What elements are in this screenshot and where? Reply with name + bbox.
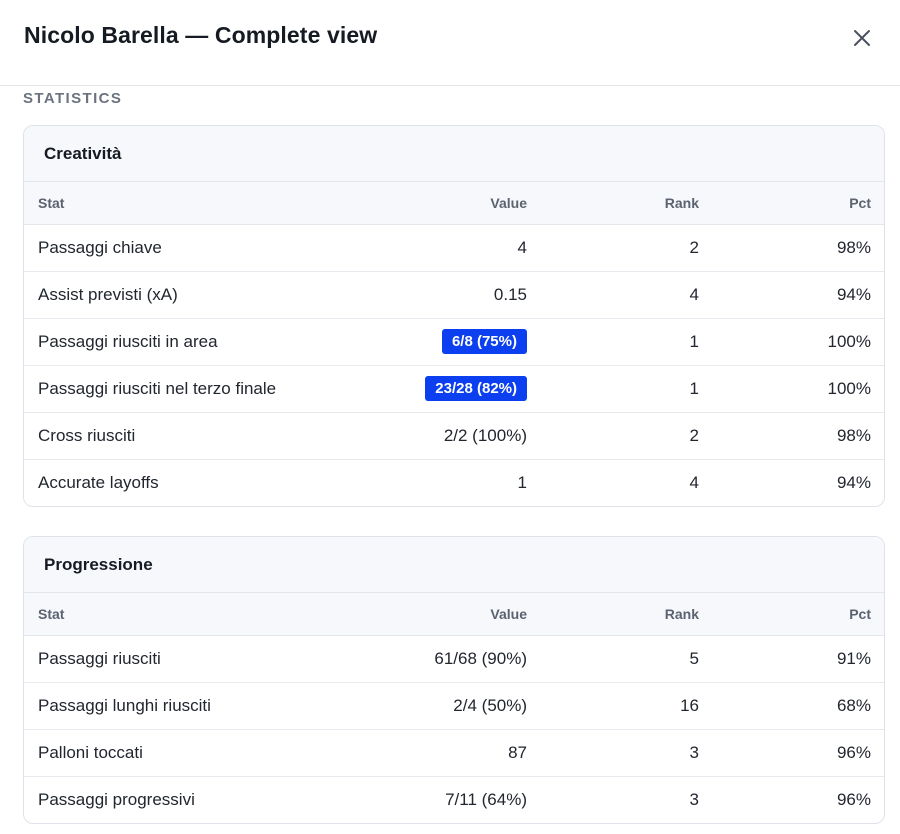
column-header-value: Value xyxy=(380,593,527,636)
table-header-row: Stat Value Rank Pct xyxy=(24,593,884,636)
stat-pct: 100% xyxy=(699,364,884,412)
stat-rank: 4 xyxy=(527,458,699,506)
stat-value-cell: 6/8 (75%) xyxy=(380,317,527,365)
stat-name: Passaggi riusciti xyxy=(38,648,161,668)
stat-value: 1 xyxy=(380,458,527,506)
stat-value: 0.15 xyxy=(380,270,527,318)
stat-name: Passaggi riusciti nel terzo finale xyxy=(24,364,380,412)
close-icon xyxy=(854,30,870,46)
stat-rank: 3 xyxy=(527,728,699,776)
column-header-pct: Pct xyxy=(699,593,884,636)
stat-name: Palloni toccati xyxy=(24,728,380,776)
stat-rank: 1 xyxy=(527,364,699,412)
table-row: Passaggi progressivi 7/11 (64%) 3 96% xyxy=(24,775,884,823)
stat-name: Passaggi lunghi riusciti xyxy=(24,681,380,729)
stat-pct: 96% xyxy=(699,728,884,776)
table-row: Cross riusciti 2/2 (100%) 2 98% xyxy=(24,411,884,459)
highlighted-value: 23/28 (82%) xyxy=(425,376,527,401)
section-label: STATISTICS xyxy=(23,90,123,107)
stat-pct: 91% xyxy=(836,648,871,668)
stat-pct: 94% xyxy=(699,270,884,318)
stat-pct: 98% xyxy=(699,411,884,459)
table-row: Assist previsti (xA) 0.15 4 94% xyxy=(24,270,884,318)
table-row: Passaggi chiave 4 2 98% xyxy=(24,224,884,271)
table-row: Passaggi riusciti 61/68 (90%) 5 91% xyxy=(24,635,884,682)
highlighted-value: 6/8 (75%) xyxy=(441,329,527,354)
stat-name: Passaggi riusciti in area xyxy=(24,317,380,365)
stat-value-cell: 23/28 (82%) xyxy=(380,364,527,412)
stat-rank: 4 xyxy=(527,270,699,318)
stat-value: 2/2 (100%) xyxy=(380,411,527,459)
stat-pct: 94% xyxy=(699,458,884,506)
stat-pct: 100% xyxy=(699,317,884,365)
stat-name: Assist previsti (xA) xyxy=(24,270,380,318)
stat-name: Passaggi progressivi xyxy=(24,775,380,823)
table-row: Passaggi riusciti nel terzo finale 23/28 … xyxy=(24,364,884,412)
column-header-value: Value xyxy=(380,182,527,225)
card-progressione: Progressione Stat Value Rank Pct Passagg… xyxy=(23,536,885,824)
stat-rank: 3 xyxy=(527,775,699,823)
stat-value: 7/11 (64%) xyxy=(380,775,527,823)
table-body: Passaggi riusciti 61/68 (90%) 5 91% Passaggi… xyxy=(24,635,884,823)
stat-rank: 5 xyxy=(689,648,699,668)
stat-pct: 68% xyxy=(699,681,884,729)
card-title: Progressione xyxy=(24,537,884,593)
stat-pct: 96% xyxy=(699,775,884,823)
table-header-row: Stat Value Rank Pct xyxy=(24,182,884,225)
column-header-rank: Rank xyxy=(527,593,699,636)
column-header-pct: Pct xyxy=(699,182,884,225)
close-button[interactable] xyxy=(848,24,876,52)
table-row: Accurate layoffs 1 4 94% xyxy=(24,458,884,506)
column-header-stat: Stat xyxy=(24,593,380,636)
table-row: Palloni toccati 87 3 96% xyxy=(24,728,884,776)
table-row: Passaggi lunghi riusciti 2/4 (50%) 16 68% xyxy=(24,681,884,729)
stat-name: Accurate layoffs xyxy=(24,458,380,506)
stat-value: 87 xyxy=(380,728,527,776)
column-header-rank: Rank xyxy=(527,182,699,225)
table-body: Passaggi chiave 4 2 98% Assist previsti (xA)… xyxy=(24,224,884,506)
table-row: Passaggi riusciti in area 6/8 (75%) 1 100% xyxy=(24,317,884,365)
modal-header: Nicolo Barella — Complete view xyxy=(0,0,900,86)
stat-value: 61/68 (90%) xyxy=(434,648,527,668)
stat-pct: 98% xyxy=(836,237,871,257)
stat-name: Passaggi chiave xyxy=(38,237,162,257)
stat-value: 4 xyxy=(517,237,527,257)
stat-rank: 2 xyxy=(527,411,699,459)
modal-title: Nicolo Barella — Complete view xyxy=(24,22,378,48)
stats-table: Stat Value Rank Pct Passaggi chiave 4 2 98%… xyxy=(24,182,884,506)
stat-rank: 1 xyxy=(527,317,699,365)
stat-rank: 2 xyxy=(689,237,699,257)
stat-value: 2/4 (50%) xyxy=(380,681,527,729)
card-creativita: Creatività Stat Value Rank Pct Passaggi … xyxy=(23,125,885,507)
stat-name: Cross riusciti xyxy=(24,411,380,459)
stat-rank: 16 xyxy=(527,681,699,729)
card-title: Creatività xyxy=(24,126,884,182)
column-header-stat: Stat xyxy=(24,182,380,225)
stats-table: Stat Value Rank Pct Passaggi riusciti 61/… xyxy=(24,593,884,823)
